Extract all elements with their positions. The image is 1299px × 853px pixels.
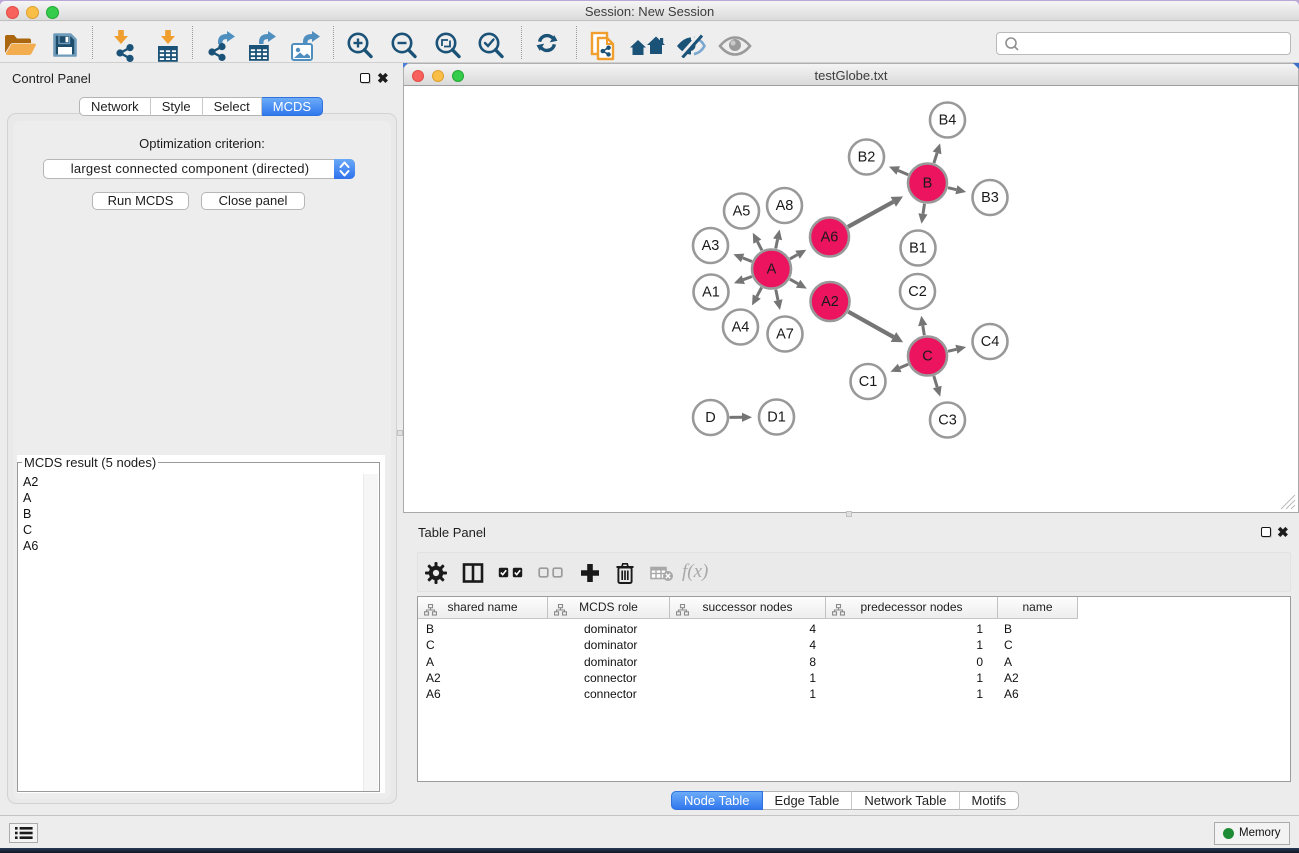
svg-text:A3: A3 bbox=[702, 238, 720, 254]
svg-text:A7: A7 bbox=[776, 327, 794, 343]
svg-text:A2: A2 bbox=[821, 294, 839, 310]
svg-text:B2: B2 bbox=[858, 150, 876, 166]
svg-text:A4: A4 bbox=[732, 320, 750, 336]
svg-text:A8: A8 bbox=[776, 198, 794, 214]
svg-text:A5: A5 bbox=[733, 204, 751, 220]
svg-text:D: D bbox=[705, 410, 715, 426]
svg-text:A: A bbox=[767, 262, 777, 278]
svg-text:A1: A1 bbox=[702, 285, 720, 301]
svg-text:C4: C4 bbox=[981, 334, 1000, 350]
svg-text:B4: B4 bbox=[939, 113, 957, 129]
svg-text:C3: C3 bbox=[938, 413, 957, 429]
svg-text:B3: B3 bbox=[981, 190, 999, 206]
svg-text:C: C bbox=[922, 349, 932, 365]
svg-text:B1: B1 bbox=[909, 241, 927, 257]
svg-text:B: B bbox=[923, 176, 933, 192]
svg-text:C1: C1 bbox=[859, 374, 878, 390]
svg-text:A6: A6 bbox=[821, 230, 839, 246]
svg-text:C2: C2 bbox=[908, 284, 927, 300]
svg-text:D1: D1 bbox=[767, 410, 786, 426]
